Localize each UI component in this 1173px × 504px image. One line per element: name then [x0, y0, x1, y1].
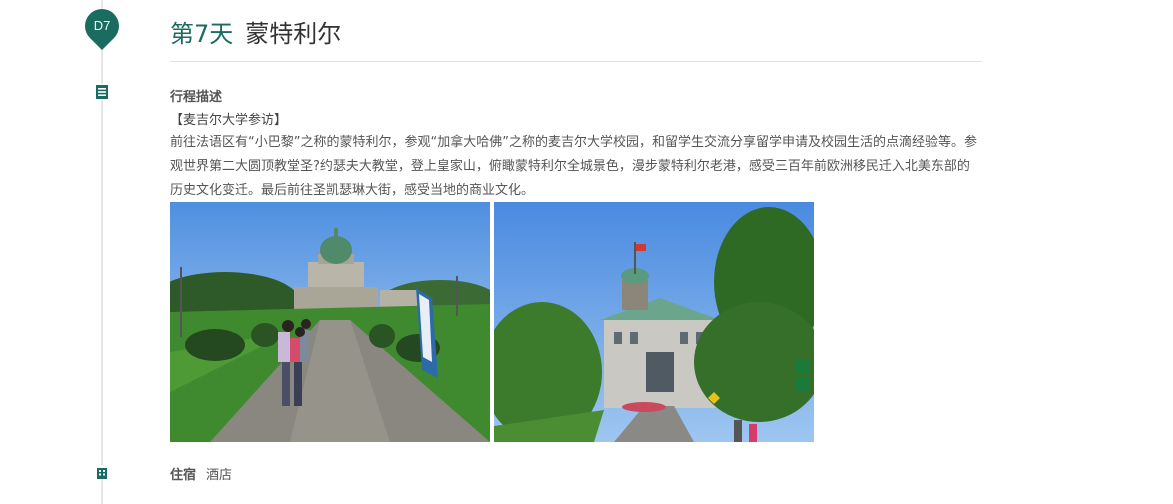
- day-number: 第7天: [170, 20, 234, 48]
- itinerary-subheading: 【麦吉尔大学参访】: [170, 113, 288, 128]
- city-name: 蒙特利尔: [245, 20, 342, 48]
- oratory-photo: [170, 202, 490, 442]
- title-divider: [170, 61, 982, 62]
- day-badge-label: D7: [93, 18, 111, 33]
- university-photo: [494, 202, 814, 442]
- document-list-icon: [95, 84, 109, 100]
- timeline-line: [101, 0, 103, 504]
- day-title: 第7天 蒙特利尔: [170, 14, 341, 49]
- stay-row: 住宿 酒店: [170, 464, 232, 483]
- building-icon: [95, 465, 109, 479]
- stay-value: 酒店: [206, 468, 233, 483]
- itinerary-section-label: 行程描述: [170, 90, 223, 105]
- stay-label: 住宿: [170, 468, 197, 483]
- itinerary-description: 前往法语区有“小巴黎”之称的蒙特利尔，参观“加拿大哈佛”之称的麦吉尔大学校园，和…: [170, 135, 977, 198]
